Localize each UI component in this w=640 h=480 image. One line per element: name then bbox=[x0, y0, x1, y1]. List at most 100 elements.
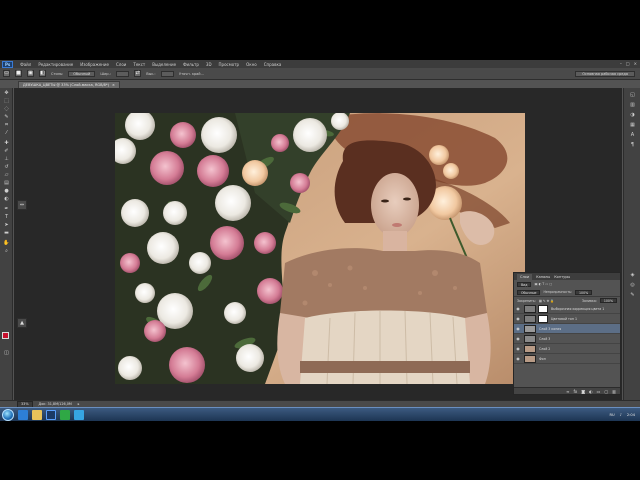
status-arrow-icon[interactable]: ▸ bbox=[78, 402, 80, 406]
filter-icons[interactable]: ▣ ◐ T ▭ ▢ bbox=[534, 282, 552, 286]
new-selection-icon[interactable]: ■ bbox=[15, 70, 22, 77]
tab-channels[interactable]: Каналы bbox=[536, 275, 550, 279]
adjustments-panel-icon[interactable]: ◑ bbox=[628, 112, 637, 119]
menu-view[interactable]: Просмотр bbox=[219, 62, 240, 67]
eraser-icon[interactable]: ▱ bbox=[2, 172, 11, 179]
start-button[interactable] bbox=[2, 408, 14, 421]
document-tab[interactable]: ДЕВУШКА_ЦВЕТЫ @ 33% (Слой-маска, RGB/8*)… bbox=[18, 81, 120, 88]
subtract-selection-icon[interactable]: ◧ bbox=[39, 70, 46, 77]
media-app-icon[interactable] bbox=[60, 409, 70, 420]
clock[interactable]: 2:04 bbox=[627, 413, 635, 417]
visibility-eye-icon[interactable]: ◉ bbox=[514, 356, 522, 361]
crop-icon[interactable]: ⌗ bbox=[2, 122, 11, 129]
move-icon[interactable]: ✥ bbox=[2, 90, 11, 97]
eyedropper-icon[interactable]: ⁄ bbox=[2, 130, 11, 137]
blend-mode-select[interactable]: Обычные bbox=[517, 289, 541, 295]
quick-select-icon[interactable]: ✎ bbox=[2, 114, 11, 121]
menu-layers[interactable]: Слои bbox=[116, 62, 126, 67]
tab-paths[interactable]: Контуры bbox=[554, 275, 570, 279]
properties-panel-icon[interactable]: ▥ bbox=[628, 102, 637, 109]
layer-row[interactable]: ◉ Слой 2 bbox=[514, 344, 620, 354]
trash-icon[interactable]: ▥ bbox=[612, 389, 616, 394]
stamp-icon[interactable]: ⊥ bbox=[2, 156, 11, 163]
file-explorer-icon[interactable] bbox=[32, 409, 42, 420]
menu-window[interactable]: Окно bbox=[246, 62, 257, 67]
visibility-eye-icon[interactable]: ◉ bbox=[514, 316, 522, 321]
gradient-icon[interactable]: ▤ bbox=[2, 180, 11, 187]
close-tab-icon[interactable]: × bbox=[112, 83, 115, 87]
type-icon[interactable]: T bbox=[2, 214, 11, 221]
lasso-icon[interactable]: ◌ bbox=[2, 106, 11, 113]
refine-edge-button[interactable]: Уточн. край... bbox=[179, 72, 204, 76]
zoom-icon[interactable]: ⌕ bbox=[2, 248, 11, 255]
layer-kind-filter[interactable]: Вид bbox=[517, 281, 532, 287]
menu-image[interactable]: Изображение bbox=[80, 62, 109, 67]
layer-row[interactable]: ◉ Цветовой тон 1 bbox=[514, 314, 620, 324]
layer-row[interactable]: ◉ Слой 3 bbox=[514, 334, 620, 344]
menu-3d[interactable]: 3D bbox=[206, 62, 212, 67]
quick-mask-icon[interactable]: ◫ bbox=[2, 350, 11, 357]
layer-row[interactable]: ◉ Фон bbox=[514, 354, 620, 364]
marquee-tool-preset-icon[interactable]: ▭ bbox=[3, 70, 10, 77]
new-layer-icon[interactable]: ▢ bbox=[604, 389, 608, 394]
visibility-eye-icon[interactable]: ◉ bbox=[514, 306, 522, 311]
photoshop-taskbar-icon[interactable] bbox=[46, 409, 56, 420]
layer-mask-thumbnail[interactable] bbox=[538, 304, 548, 313]
add-selection-icon[interactable]: ▣ bbox=[27, 70, 34, 77]
style-select[interactable]: Обычный bbox=[68, 70, 96, 77]
foreground-color-swatch[interactable] bbox=[2, 332, 9, 339]
skype-icon[interactable] bbox=[74, 409, 84, 420]
paths-panel-icon[interactable]: ✎ bbox=[628, 292, 637, 299]
menu-edit[interactable]: Редактирование bbox=[38, 62, 73, 67]
visibility-eye-icon[interactable]: ◉ bbox=[514, 346, 522, 351]
menu-type[interactable]: Текст bbox=[133, 62, 145, 67]
shape-icon[interactable]: ▬ bbox=[2, 230, 11, 237]
menu-select[interactable]: Выделение bbox=[152, 62, 176, 67]
visibility-eye-icon[interactable]: ◉ bbox=[514, 336, 522, 341]
channels-panel-icon[interactable]: ◎ bbox=[628, 282, 637, 289]
tab-layers[interactable]: Слои bbox=[517, 273, 533, 280]
character-panel-icon[interactable]: A bbox=[628, 132, 637, 139]
add-mask-icon[interactable]: ◙ bbox=[581, 389, 585, 394]
lock-icons[interactable]: ▦ ✎ ✥ 🔒 bbox=[539, 299, 554, 303]
menu-help[interactable]: Справка bbox=[264, 62, 282, 67]
layers-panel-icon[interactable]: ◈ bbox=[628, 272, 637, 279]
history-panel-icon[interactable]: ◱ bbox=[628, 92, 637, 99]
language-indicator[interactable]: RU bbox=[609, 413, 614, 417]
panel-collapse-icon[interactable]: ⇔ bbox=[17, 200, 27, 210]
browser-icon[interactable] bbox=[18, 409, 28, 420]
dodge-icon[interactable]: ◐ bbox=[2, 196, 11, 203]
history-brush-icon[interactable]: ↺ bbox=[2, 164, 11, 171]
volume-icon[interactable]: ♪ bbox=[620, 413, 622, 417]
pen-icon[interactable]: ✒ bbox=[2, 206, 11, 213]
brush-icon[interactable]: ✐ bbox=[2, 148, 11, 155]
opacity-field[interactable]: 100% bbox=[575, 289, 593, 295]
menu-filter[interactable]: Фильтр bbox=[183, 62, 199, 67]
layer-row[interactable]: ◉ Выборочная коррекция цвета 1 bbox=[514, 304, 620, 314]
screen-mode-icon[interactable]: ▲ bbox=[17, 318, 27, 328]
paragraph-panel-icon[interactable]: ¶ bbox=[628, 142, 637, 149]
menu-file[interactable]: Файл bbox=[20, 62, 31, 67]
fill-field[interactable]: 100% bbox=[599, 298, 617, 303]
layer-style-icon[interactable]: fx bbox=[573, 389, 577, 394]
layer-row-selected[interactable]: ◉ Слой 3 копия bbox=[514, 324, 620, 334]
link-layers-icon[interactable]: ∞ bbox=[566, 389, 569, 394]
visibility-eye-icon[interactable]: ◉ bbox=[514, 326, 522, 331]
marquee-icon[interactable]: ⬚ bbox=[2, 98, 11, 105]
healing-icon[interactable]: ✚ bbox=[2, 140, 11, 147]
group-icon[interactable]: ▭ bbox=[597, 389, 601, 394]
swatches-panel-icon[interactable]: ▦ bbox=[628, 122, 637, 129]
minimize-icon[interactable]: – bbox=[620, 61, 622, 66]
close-icon[interactable]: × bbox=[634, 61, 637, 66]
path-select-icon[interactable]: ➤ bbox=[2, 222, 11, 229]
maximize-icon[interactable]: □ bbox=[626, 61, 630, 66]
document-canvas[interactable] bbox=[115, 113, 525, 384]
layer-mask-thumbnail[interactable] bbox=[538, 314, 548, 323]
workspace-select[interactable]: Основная рабочая среда bbox=[575, 71, 635, 77]
blur-icon[interactable]: ● bbox=[2, 188, 11, 195]
width-field[interactable] bbox=[115, 70, 130, 77]
swap-dimensions-icon[interactable]: ⇄ bbox=[134, 70, 142, 77]
height-field[interactable] bbox=[160, 70, 174, 77]
hand-icon[interactable]: ✋ bbox=[2, 240, 11, 247]
adjustment-layer-icon[interactable]: ◐ bbox=[589, 389, 593, 394]
